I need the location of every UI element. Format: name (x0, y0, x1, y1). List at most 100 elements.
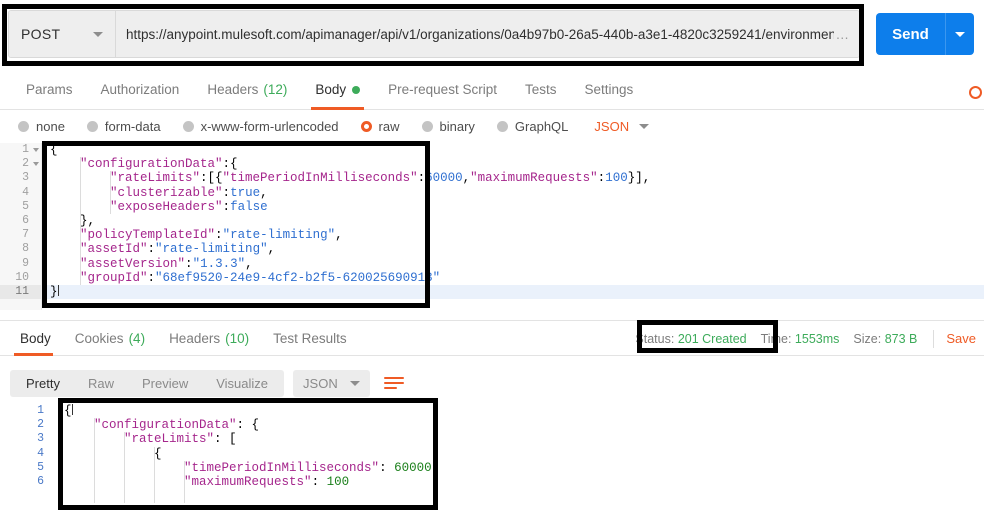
line-number: 6 (37, 474, 44, 488)
raw-format-selector[interactable]: JSON (594, 119, 650, 134)
request-body-editor[interactable]: 1 2 3 4 5 6 7 8 9 10 11 { "configurationData":{ "r… (0, 143, 984, 310)
code-line: "maximumRequests": 100 (184, 474, 350, 489)
line-number: 2 (37, 418, 44, 432)
send-options-button[interactable] (946, 13, 974, 55)
code-line: { (50, 143, 58, 157)
line-number: 8 (22, 242, 29, 256)
code-line: "clusterizable":true, (110, 185, 268, 200)
code-line: "timePeriodInMilliseconds": 60000, (184, 460, 440, 475)
indent-guide (124, 432, 125, 504)
fold-triangle-icon[interactable] (33, 162, 39, 167)
response-tab-headers[interactable]: Headers (10) (157, 321, 261, 356)
size-label: Size: (853, 331, 882, 346)
response-line-numbers: 123456 (0, 404, 56, 510)
body-type-form-data[interactable]: form-data (86, 118, 161, 134)
code-line: "assetId":"rate-limiting", (80, 242, 276, 257)
code-line: "groupId":"68ef9520-24e9-4cf2-b2f5-62002… (80, 270, 441, 285)
tab-label: Tests (524, 82, 557, 97)
cookies-settings-icon[interactable] (969, 86, 982, 99)
response-format-label: JSON (303, 375, 338, 391)
response-format-selector[interactable]: JSON (293, 369, 370, 397)
stats-divider (933, 329, 935, 348)
line-number: 2 (0, 157, 41, 171)
line-number: 7 (22, 228, 29, 242)
view-mode-preview[interactable]: Preview (128, 370, 202, 397)
url-input[interactable]: https://anypoint.mulesoft.com/apimanager… (116, 11, 859, 57)
request-tab-params[interactable]: Params (12, 70, 87, 110)
body-type-selector: none form-data x-www-form-urlencoded raw bin… (0, 111, 984, 141)
request-tab-headers[interactable]: Headers (12) (193, 70, 301, 110)
fold-triangle-icon[interactable] (33, 148, 39, 152)
line-number: 9 (22, 256, 29, 270)
body-type-binary[interactable]: binary (421, 118, 475, 134)
body-type-label: binary (439, 118, 475, 134)
time-label: Time: (760, 331, 792, 346)
request-tab-pre-request-script[interactable]: Pre-request Script (374, 70, 511, 110)
tab-label: Settings (584, 82, 634, 97)
postman-window: POST https://anypoint.mulesoft.com/apima… (0, 0, 984, 510)
http-method-label: POST (21, 26, 61, 42)
http-method-selector[interactable]: POST (9, 11, 116, 57)
body-type-label: raw (378, 118, 400, 134)
tab-label: Headers (207, 82, 259, 97)
send-button-label: Send (876, 13, 946, 55)
request-tab-body[interactable]: Body (301, 70, 374, 110)
tab-label: Body (20, 330, 51, 346)
time-value: 1553ms (794, 331, 840, 346)
body-type-graphql[interactable]: GraphQL (496, 118, 569, 134)
code-line: "policyTemplateId":"rate-limiting", (80, 228, 343, 243)
save-response-button[interactable]: Save (946, 331, 976, 346)
request-tab-authorization[interactable]: Authorization (87, 70, 194, 110)
wrap-line-1 (383, 377, 404, 379)
response-tab-body[interactable]: Body (8, 321, 63, 356)
tab-label: Authorization (100, 82, 180, 97)
body-type-none[interactable]: none (18, 119, 65, 134)
status-value: 201 Created (677, 331, 747, 346)
send-button[interactable]: Send (876, 13, 974, 55)
chevron-down-icon (93, 31, 103, 37)
body-type-raw[interactable]: raw (360, 118, 400, 134)
code-line: "rateLimits":[{"timePeriodInMilliseconds… (110, 171, 651, 186)
indent-guide (80, 157, 81, 285)
line-number: 5 (37, 460, 44, 474)
line-number: 1 (0, 143, 41, 157)
line-number: 6 (22, 213, 29, 227)
code-line: }, (50, 213, 96, 228)
request-tab-settings[interactable]: Settings (570, 70, 647, 110)
indent-guide (154, 446, 155, 504)
line-number: 1 (37, 404, 44, 417)
view-mode-pretty[interactable]: Pretty (12, 370, 74, 397)
url-truncation-ellipsis: … (835, 26, 850, 42)
tab-count: (12) (263, 82, 288, 97)
chevron-down-icon (349, 380, 360, 386)
body-type-label: GraphQL (514, 118, 569, 134)
tab-label: Cookies (74, 330, 124, 346)
line-number: 4 (22, 185, 29, 199)
size-stat: Size: 873 B (853, 332, 917, 346)
view-mode-raw[interactable]: Raw (74, 370, 128, 397)
indent-guide (110, 171, 111, 214)
response-tab-test-results[interactable]: Test Results (261, 321, 359, 356)
code-line: { (64, 446, 162, 461)
response-body-viewer[interactable]: 123456 { "configurationData": { "rateLim… (0, 404, 984, 510)
wrap-lines-icon[interactable] (383, 370, 412, 396)
body-type-label: x-www-form-urlencoded (200, 118, 339, 134)
tab-label: Params (26, 82, 73, 97)
code-line: "rateLimits": [ (124, 432, 237, 447)
response-view-mode-group: Pretty Raw Preview Visualize (10, 369, 285, 397)
line-number: 10 (15, 270, 29, 284)
body-type-x-www-form-urlencoded[interactable]: x-www-form-urlencoded (182, 118, 339, 134)
request-body-code[interactable]: { "configurationData":{ "rateLimits":[{"… (42, 143, 984, 310)
code-line: "exposeHeaders":false (110, 199, 268, 214)
wrap-line-2 (383, 382, 404, 384)
response-body-code: { "configurationData": { "rateLimits": [… (56, 404, 984, 510)
view-mode-visualize[interactable]: Visualize (202, 370, 282, 397)
body-type-label: form-data (104, 118, 161, 134)
tab-label: Headers (169, 330, 221, 346)
radio-icon (360, 120, 372, 132)
response-tab-cookies[interactable]: Cookies (4) (63, 321, 157, 356)
response-stats: Status: 201 Created Time: 1553ms Size: 8… (621, 321, 976, 356)
request-tab-tests[interactable]: Tests (511, 70, 571, 110)
wrap-line-3 (383, 387, 397, 389)
tab-count: (4) (128, 330, 146, 346)
